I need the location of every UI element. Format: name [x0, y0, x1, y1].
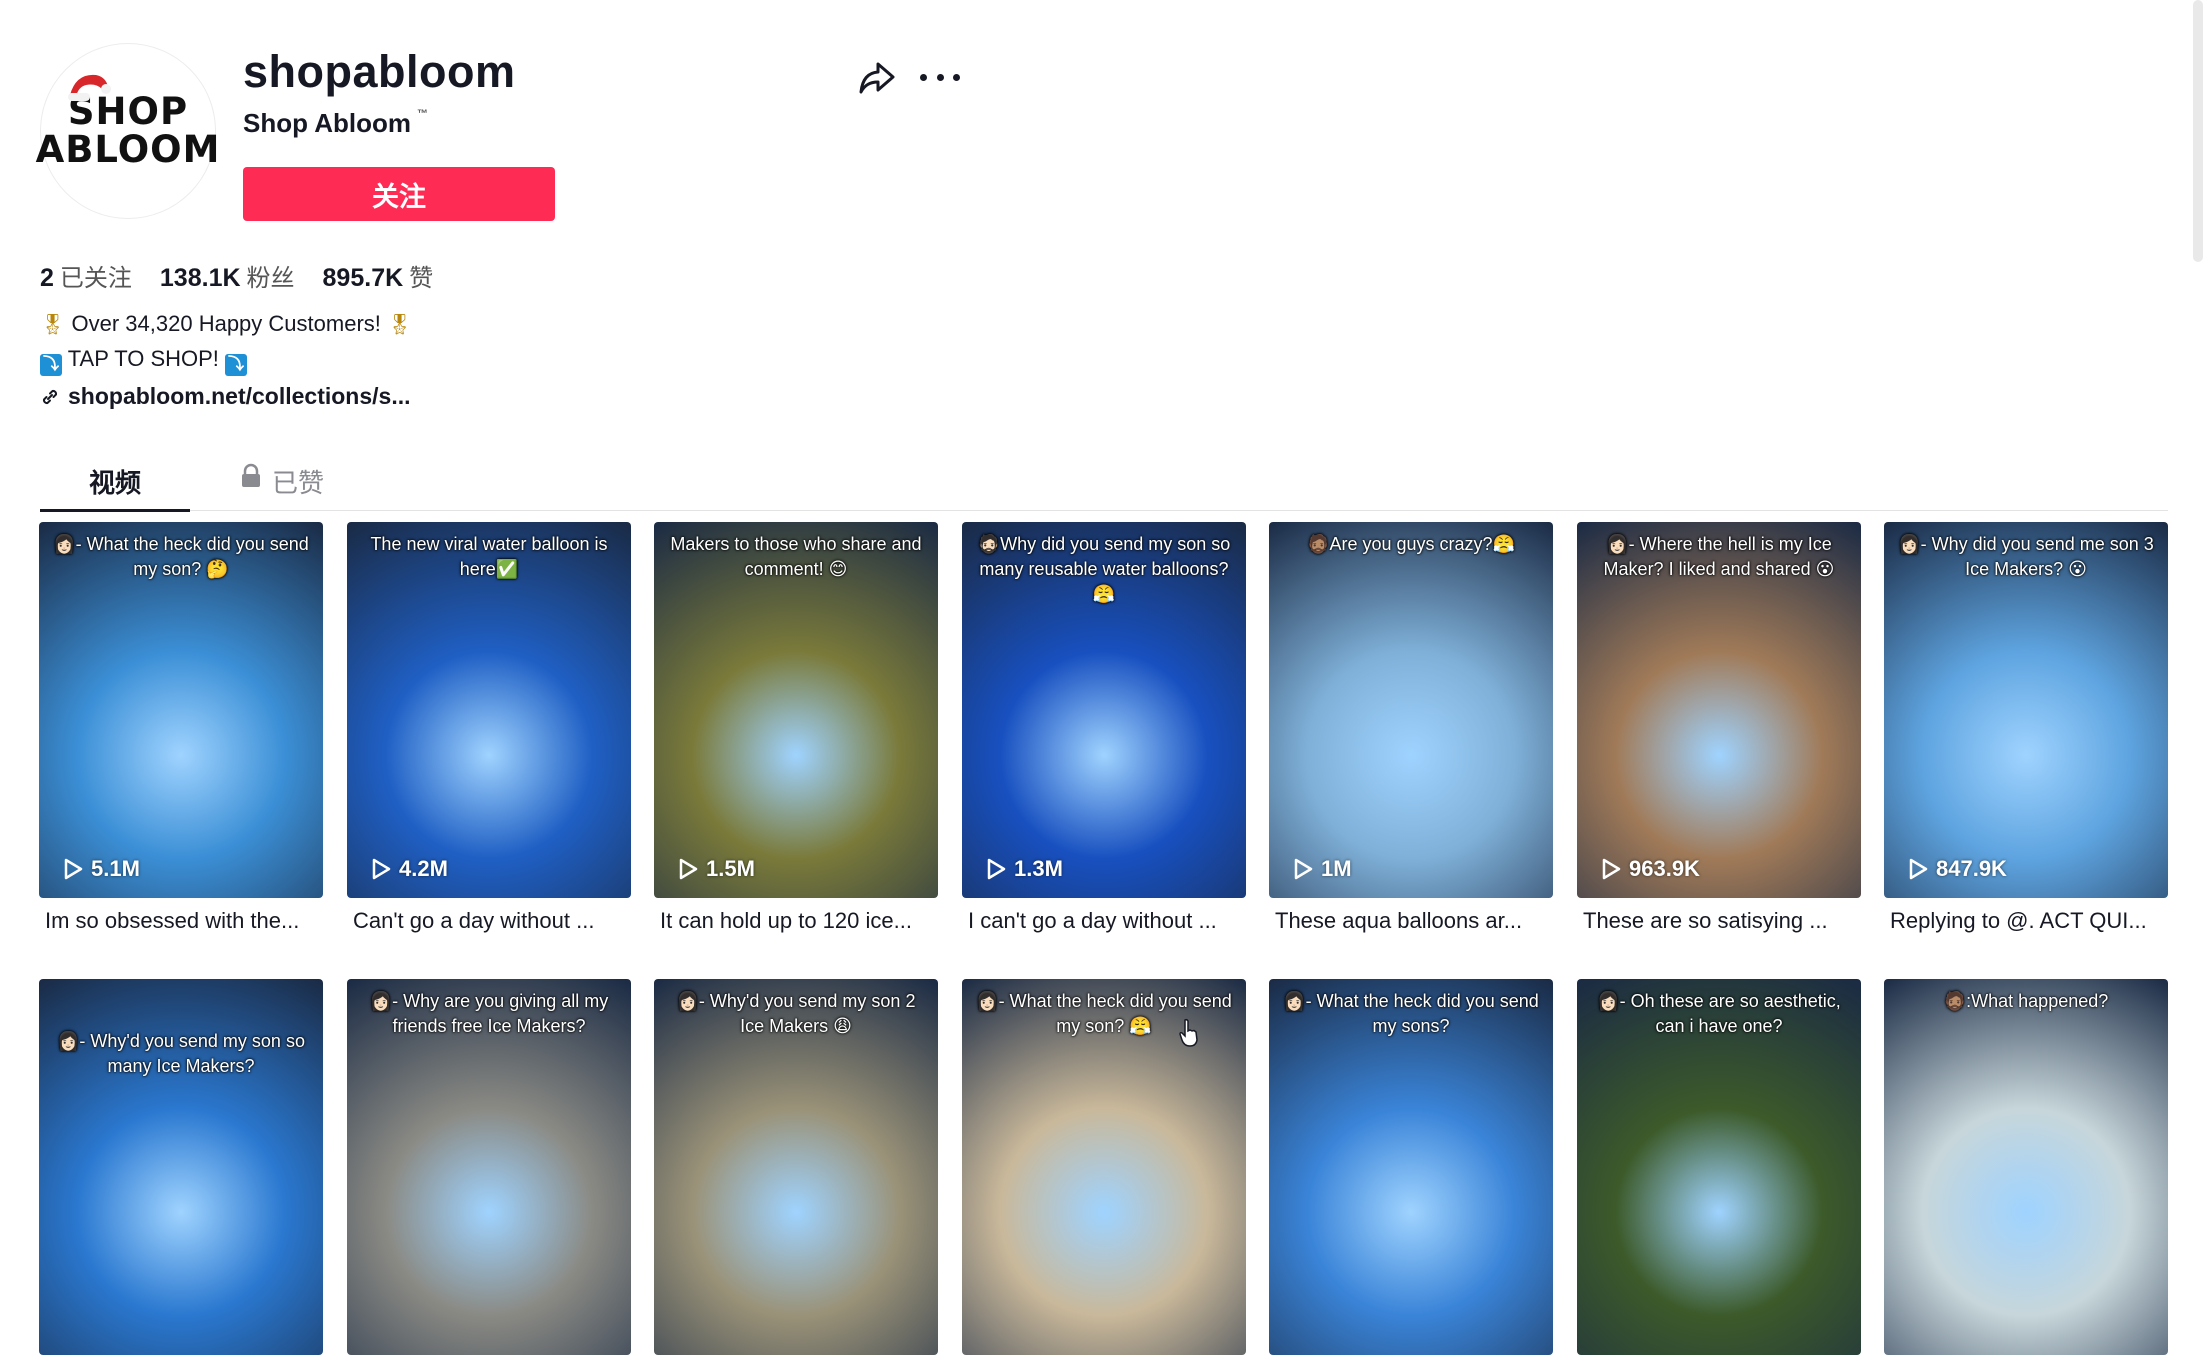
- mouse-cursor-icon: [1179, 1018, 1198, 1047]
- video-overlay-text: 👩🏻- Why are you giving all my friends fr…: [369, 991, 609, 1036]
- video-card[interactable]: 👩🏻- What the heck did you send my son? 😤: [962, 979, 1246, 1355]
- video-card[interactable]: 👩🏻- Why did you send me son 3 Ice Makers…: [1884, 522, 2168, 934]
- video-thumbnail[interactable]: 👩🏻- Oh these are so aesthetic, can i hav…: [1577, 979, 1861, 1355]
- medal-icon: 🎖: [40, 314, 66, 336]
- view-count: 1M: [1293, 856, 1352, 882]
- video-overlay-text: 👩🏻- Where the hell is my Ice Maker? I li…: [1603, 534, 1835, 579]
- play-icon: [679, 858, 698, 880]
- view-count: 1.5M: [678, 856, 755, 882]
- video-card[interactable]: 👩🏻- Why are you giving all my friends fr…: [347, 979, 631, 1355]
- more-icon[interactable]: [920, 64, 960, 90]
- view-count-text: 4.2M: [399, 856, 448, 881]
- view-count: 847.9K: [1908, 856, 2007, 882]
- bio: 🎖 Over 34,320 Happy Customers! 🎖 ⤵ TAP T…: [40, 307, 412, 376]
- play-icon: [1294, 858, 1313, 880]
- view-count-text: 1.5M: [706, 856, 755, 881]
- view-count-text: 963.9K: [1629, 856, 1700, 881]
- view-count: 4.2M: [371, 856, 448, 882]
- tab-videos[interactable]: 视频: [40, 463, 190, 512]
- video-thumbnail[interactable]: The new viral water balloon is here✅ 4.2M: [347, 522, 631, 898]
- view-count-text: 847.9K: [1936, 856, 2007, 881]
- arrow-down-icon: ⤵: [40, 354, 62, 376]
- likes-stat: 895.7K 赞: [322, 264, 434, 292]
- santa-hat-icon: [68, 74, 111, 101]
- scrollbar[interactable]: [2193, 0, 2203, 262]
- video-overlay-text: 👩🏻- What the heck did you send my son? 🤔: [53, 534, 309, 579]
- medal-icon: 🎖: [387, 314, 413, 336]
- video-thumbnail[interactable]: 🧔🏽:What happened?: [1884, 979, 2168, 1355]
- video-caption[interactable]: It can hold up to 120 ice...: [654, 908, 938, 934]
- video-caption[interactable]: Replying to @. ACT QUI...: [1884, 908, 2168, 934]
- profile-stats: 2 已关注 138.1K 粉丝 895.7K 赞: [40, 258, 433, 293]
- video-overlay-text: 🧔🏻Why did you send my son so many reusab…: [977, 534, 1231, 604]
- video-caption[interactable]: These are so satisying ...: [1577, 908, 1861, 934]
- video-overlay-text: 👩🏻- Oh these are so aesthetic, can i hav…: [1597, 991, 1841, 1036]
- video-overlay-text: 🧔🏽Are you guys crazy?😤: [1307, 534, 1515, 554]
- bio-link[interactable]: shopabloom.net/collections/s...: [40, 383, 411, 410]
- video-card[interactable]: 👩🏻- What the heck did you send my son? 🤔…: [39, 522, 323, 934]
- view-count-text: 5.1M: [91, 856, 140, 881]
- play-icon: [987, 858, 1006, 880]
- video-caption[interactable]: I can't go a day without ...: [962, 908, 1246, 934]
- video-overlay-text: 👩🏻- Why'd you send my son so many Ice Ma…: [57, 1031, 305, 1076]
- video-thumbnail[interactable]: 👩🏻- What the heck did you send my son? 😤: [962, 979, 1246, 1355]
- video-card[interactable]: 🧔🏻Why did you send my son so many reusab…: [962, 522, 1246, 934]
- video-caption[interactable]: These aqua balloons ar...: [1269, 908, 1553, 934]
- following-stat[interactable]: 2 已关注: [40, 258, 132, 293]
- share-icon[interactable]: [858, 60, 896, 96]
- followers-stat[interactable]: 138.1K 粉丝: [160, 258, 295, 293]
- video-thumbnail[interactable]: 👩🏻- Why are you giving all my friends fr…: [347, 979, 631, 1355]
- video-thumbnail[interactable]: 🧔🏻Why did you send my son so many reusab…: [962, 522, 1246, 898]
- play-icon: [64, 858, 83, 880]
- view-count: 1.3M: [986, 856, 1063, 882]
- video-thumbnail[interactable]: Makers to those who share and comment! 😊…: [654, 522, 938, 898]
- video-overlay-text: The new viral water balloon is here✅: [370, 534, 608, 579]
- video-thumbnail[interactable]: 👩🏻- What the heck did you send my sons?: [1269, 979, 1553, 1355]
- view-count-text: 1.3M: [1014, 856, 1063, 881]
- profile-tabs: 视频 已赞: [40, 455, 2168, 512]
- video-card[interactable]: 🧔🏽Are you guys crazy?😤 1M These aqua ballo…: [1269, 522, 1553, 934]
- video-overlay-text: 👩🏻- Why did you send me son 3 Ice Makers…: [1898, 534, 2154, 579]
- play-icon: [1909, 858, 1928, 880]
- video-overlay-text: 👩🏻- Why'd you send my son 2 Ice Makers 😩: [676, 991, 916, 1036]
- username: shopabloom: [243, 46, 516, 97]
- follow-button[interactable]: 关注: [243, 167, 555, 221]
- video-card[interactable]: 🧔🏽:What happened?: [1884, 979, 2168, 1355]
- video-thumbnail[interactable]: 👩🏻- Why did you send me son 3 Ice Makers…: [1884, 522, 2168, 898]
- video-card[interactable]: 👩🏻- Where the hell is my Ice Maker? I li…: [1577, 522, 1861, 934]
- tab-liked[interactable]: 已赞: [240, 463, 324, 509]
- video-card[interactable]: Makers to those who share and comment! 😊…: [654, 522, 938, 934]
- avatar-logo-line-2: ABLOOM: [35, 128, 221, 171]
- video-overlay-text: 🧔🏽:What happened?: [1943, 991, 2109, 1011]
- bio-line-2: ⤵ TAP TO SHOP! ⤵: [40, 342, 412, 376]
- video-thumbnail[interactable]: 🧔🏽Are you guys crazy?😤 1M: [1269, 522, 1553, 898]
- view-count: 963.9K: [1601, 856, 1700, 882]
- video-card[interactable]: 👩🏻- Why'd you send my son so many Ice Ma…: [39, 979, 323, 1355]
- video-caption[interactable]: Im so obsessed with the...: [39, 908, 323, 934]
- video-card[interactable]: 👩🏻- Why'd you send my son 2 Ice Makers 😩: [654, 979, 938, 1355]
- view-count-text: 1M: [1321, 856, 1352, 881]
- bio-line-1: 🎖 Over 34,320 Happy Customers! 🎖: [40, 311, 413, 336]
- video-thumbnail[interactable]: 👩🏻- Where the hell is my Ice Maker? I li…: [1577, 522, 1861, 898]
- play-icon: [1602, 858, 1621, 880]
- arrow-down-icon: ⤵: [225, 354, 248, 376]
- lock-icon: [242, 463, 260, 487]
- video-overlay-text: Makers to those who share and comment! 😊: [670, 534, 922, 579]
- link-text[interactable]: shopabloom.net/collections/s...: [68, 383, 411, 410]
- nickname: Shop Abloom ™: [243, 108, 428, 139]
- nickname-text: Shop Abloom: [243, 108, 412, 138]
- video-caption[interactable]: Can't go a day without ...: [347, 908, 631, 934]
- avatar[interactable]: SHOP ABLOOM: [36, 43, 219, 219]
- video-thumbnail[interactable]: 👩🏻- Why'd you send my son 2 Ice Makers 😩: [654, 979, 938, 1355]
- play-icon: [372, 858, 391, 880]
- video-card[interactable]: 👩🏻- What the heck did you send my sons?: [1269, 979, 1553, 1355]
- video-thumbnail[interactable]: 👩🏻- Why'd you send my son so many Ice Ma…: [39, 979, 323, 1355]
- view-count: 5.1M: [63, 856, 140, 882]
- video-card[interactable]: 👩🏻- Oh these are so aesthetic, can i hav…: [1577, 979, 1861, 1355]
- video-thumbnail[interactable]: 👩🏻- What the heck did you send my son? 🤔…: [39, 522, 323, 898]
- link-icon: [42, 389, 58, 404]
- video-card[interactable]: The new viral water balloon is here✅ 4.2M…: [347, 522, 631, 934]
- trademark-mark: ™: [417, 108, 429, 120]
- video-overlay-text: 👩🏻- What the heck did you send my sons?: [1283, 991, 1539, 1036]
